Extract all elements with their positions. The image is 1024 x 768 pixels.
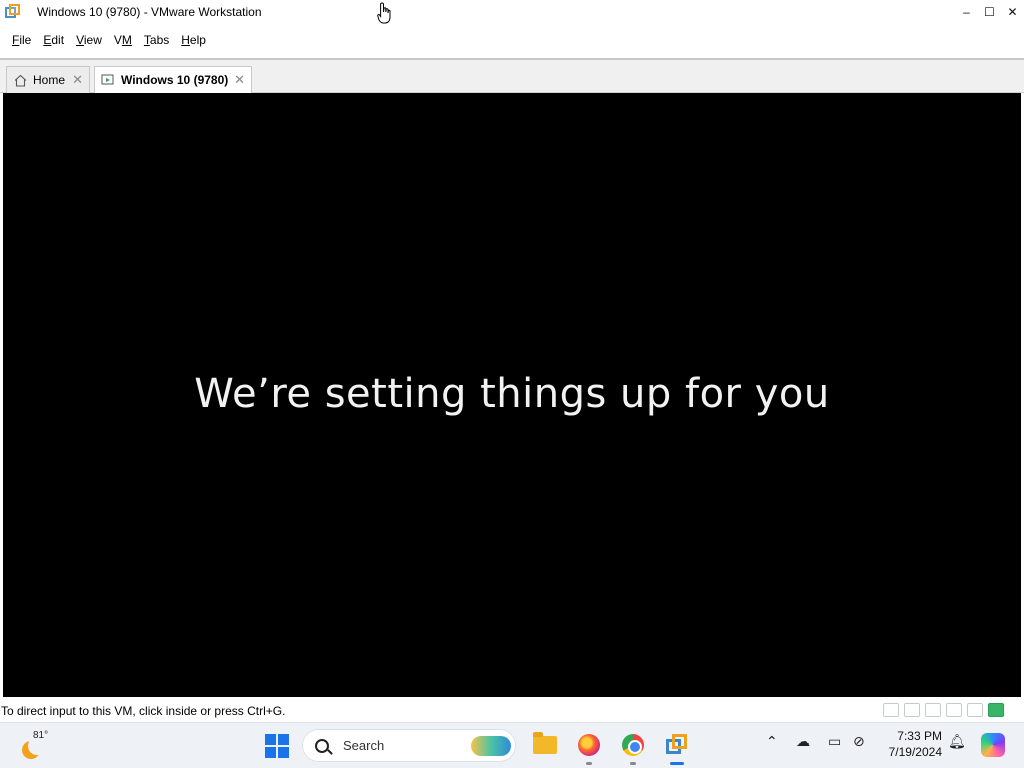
tab-windows-10-vm[interactable]: Windows 10 (9780) ✕: [94, 66, 252, 93]
menu-edit[interactable]: Edit: [37, 33, 70, 47]
menu-help-label: Help: [181, 33, 206, 47]
vmware-app-icon[interactable]: [5, 4, 21, 20]
maximize-button[interactable]: ☐: [978, 0, 1001, 24]
home-icon: [13, 73, 27, 87]
search-placeholder: Search: [343, 738, 385, 753]
cd-dvd-icon[interactable]: [904, 703, 920, 717]
windows-taskbar: 81° Search ⌃ ☁ ▭ ⊘ 7:33 PM 7/19/2024 🔔︎: [0, 722, 1024, 768]
tab-home[interactable]: Home ✕: [6, 66, 90, 93]
menu-view-label: View: [76, 33, 102, 47]
status-bar: To direct input to this VM, click inside…: [0, 700, 1024, 722]
firefox-icon: [578, 734, 600, 756]
menu-vm[interactable]: VM: [108, 33, 138, 47]
hand-cursor-icon: [377, 2, 391, 24]
usb-device-icon[interactable]: [946, 703, 962, 717]
close-button[interactable]: ✕: [1001, 0, 1024, 24]
folder-icon: [533, 732, 557, 754]
menu-vm-label: VM: [113, 33, 132, 47]
vmware-taskbar-button[interactable]: [663, 731, 691, 765]
network-status-icon[interactable]: ⊘: [853, 733, 865, 750]
chrome-button[interactable]: [619, 731, 647, 765]
sound-card-icon[interactable]: [967, 703, 983, 717]
status-hint: To direct input to this VM, click inside…: [1, 704, 286, 718]
menu-bar: File Edit View VM Tabs Help: [0, 28, 212, 52]
onedrive-offline-icon[interactable]: ☁: [796, 733, 810, 750]
chrome-icon: [622, 734, 644, 756]
menu-view[interactable]: View: [70, 33, 108, 47]
title-bar[interactable]: Windows 10 (9780) - VMware Workstation –…: [0, 0, 1024, 24]
tab-vm-label: Windows 10 (9780): [121, 73, 229, 87]
firefox-button[interactable]: [575, 731, 603, 765]
menu-file-label: File: [12, 33, 32, 47]
file-explorer-button[interactable]: [531, 731, 559, 759]
show-hidden-icons-chevron-icon[interactable]: ⌃: [766, 733, 778, 750]
menu-tabs[interactable]: Tabs: [138, 33, 175, 47]
network-adapter-icon[interactable]: [925, 703, 941, 717]
search-icon: [315, 738, 329, 753]
clock-time: 7:33 PM: [897, 729, 942, 743]
notification-bell-icon[interactable]: 🔔︎: [948, 733, 966, 750]
clock-date: 7/19/2024: [888, 745, 942, 759]
vm-console[interactable]: We’re setting things up for you: [3, 93, 1021, 697]
vmware-icon: [666, 734, 688, 756]
menu-help[interactable]: Help: [175, 33, 212, 47]
weather-temperature: 81°: [33, 730, 49, 741]
taskbar-search-box[interactable]: Search: [302, 729, 516, 762]
menu-file[interactable]: File: [6, 33, 37, 47]
copilot-icon[interactable]: [981, 733, 1005, 757]
message-log-icon[interactable]: [988, 703, 1004, 717]
tab-home-label: Home: [33, 73, 66, 87]
start-button[interactable]: [265, 734, 289, 758]
search-highlight-icon: [471, 736, 511, 756]
hard-disk-icon[interactable]: [883, 703, 899, 717]
menu-edit-label: Edit: [43, 33, 65, 47]
tab-vm-close-icon[interactable]: ✕: [234, 72, 245, 88]
menu-tabs-label: Tabs: [143, 33, 170, 47]
minimize-button[interactable]: –: [955, 0, 978, 24]
window-title: Windows 10 (9780) - VMware Workstation: [37, 5, 262, 19]
tab-home-close-icon[interactable]: ✕: [72, 72, 83, 88]
display-icon[interactable]: ▭: [828, 733, 841, 750]
tab-bar: Home ✕ Windows 10 (9780) ✕: [0, 60, 1024, 93]
setup-message: We’re setting things up for you: [194, 371, 830, 417]
system-clock[interactable]: 7:33 PM 7/19/2024: [880, 728, 942, 760]
vm-icon: [101, 73, 115, 87]
